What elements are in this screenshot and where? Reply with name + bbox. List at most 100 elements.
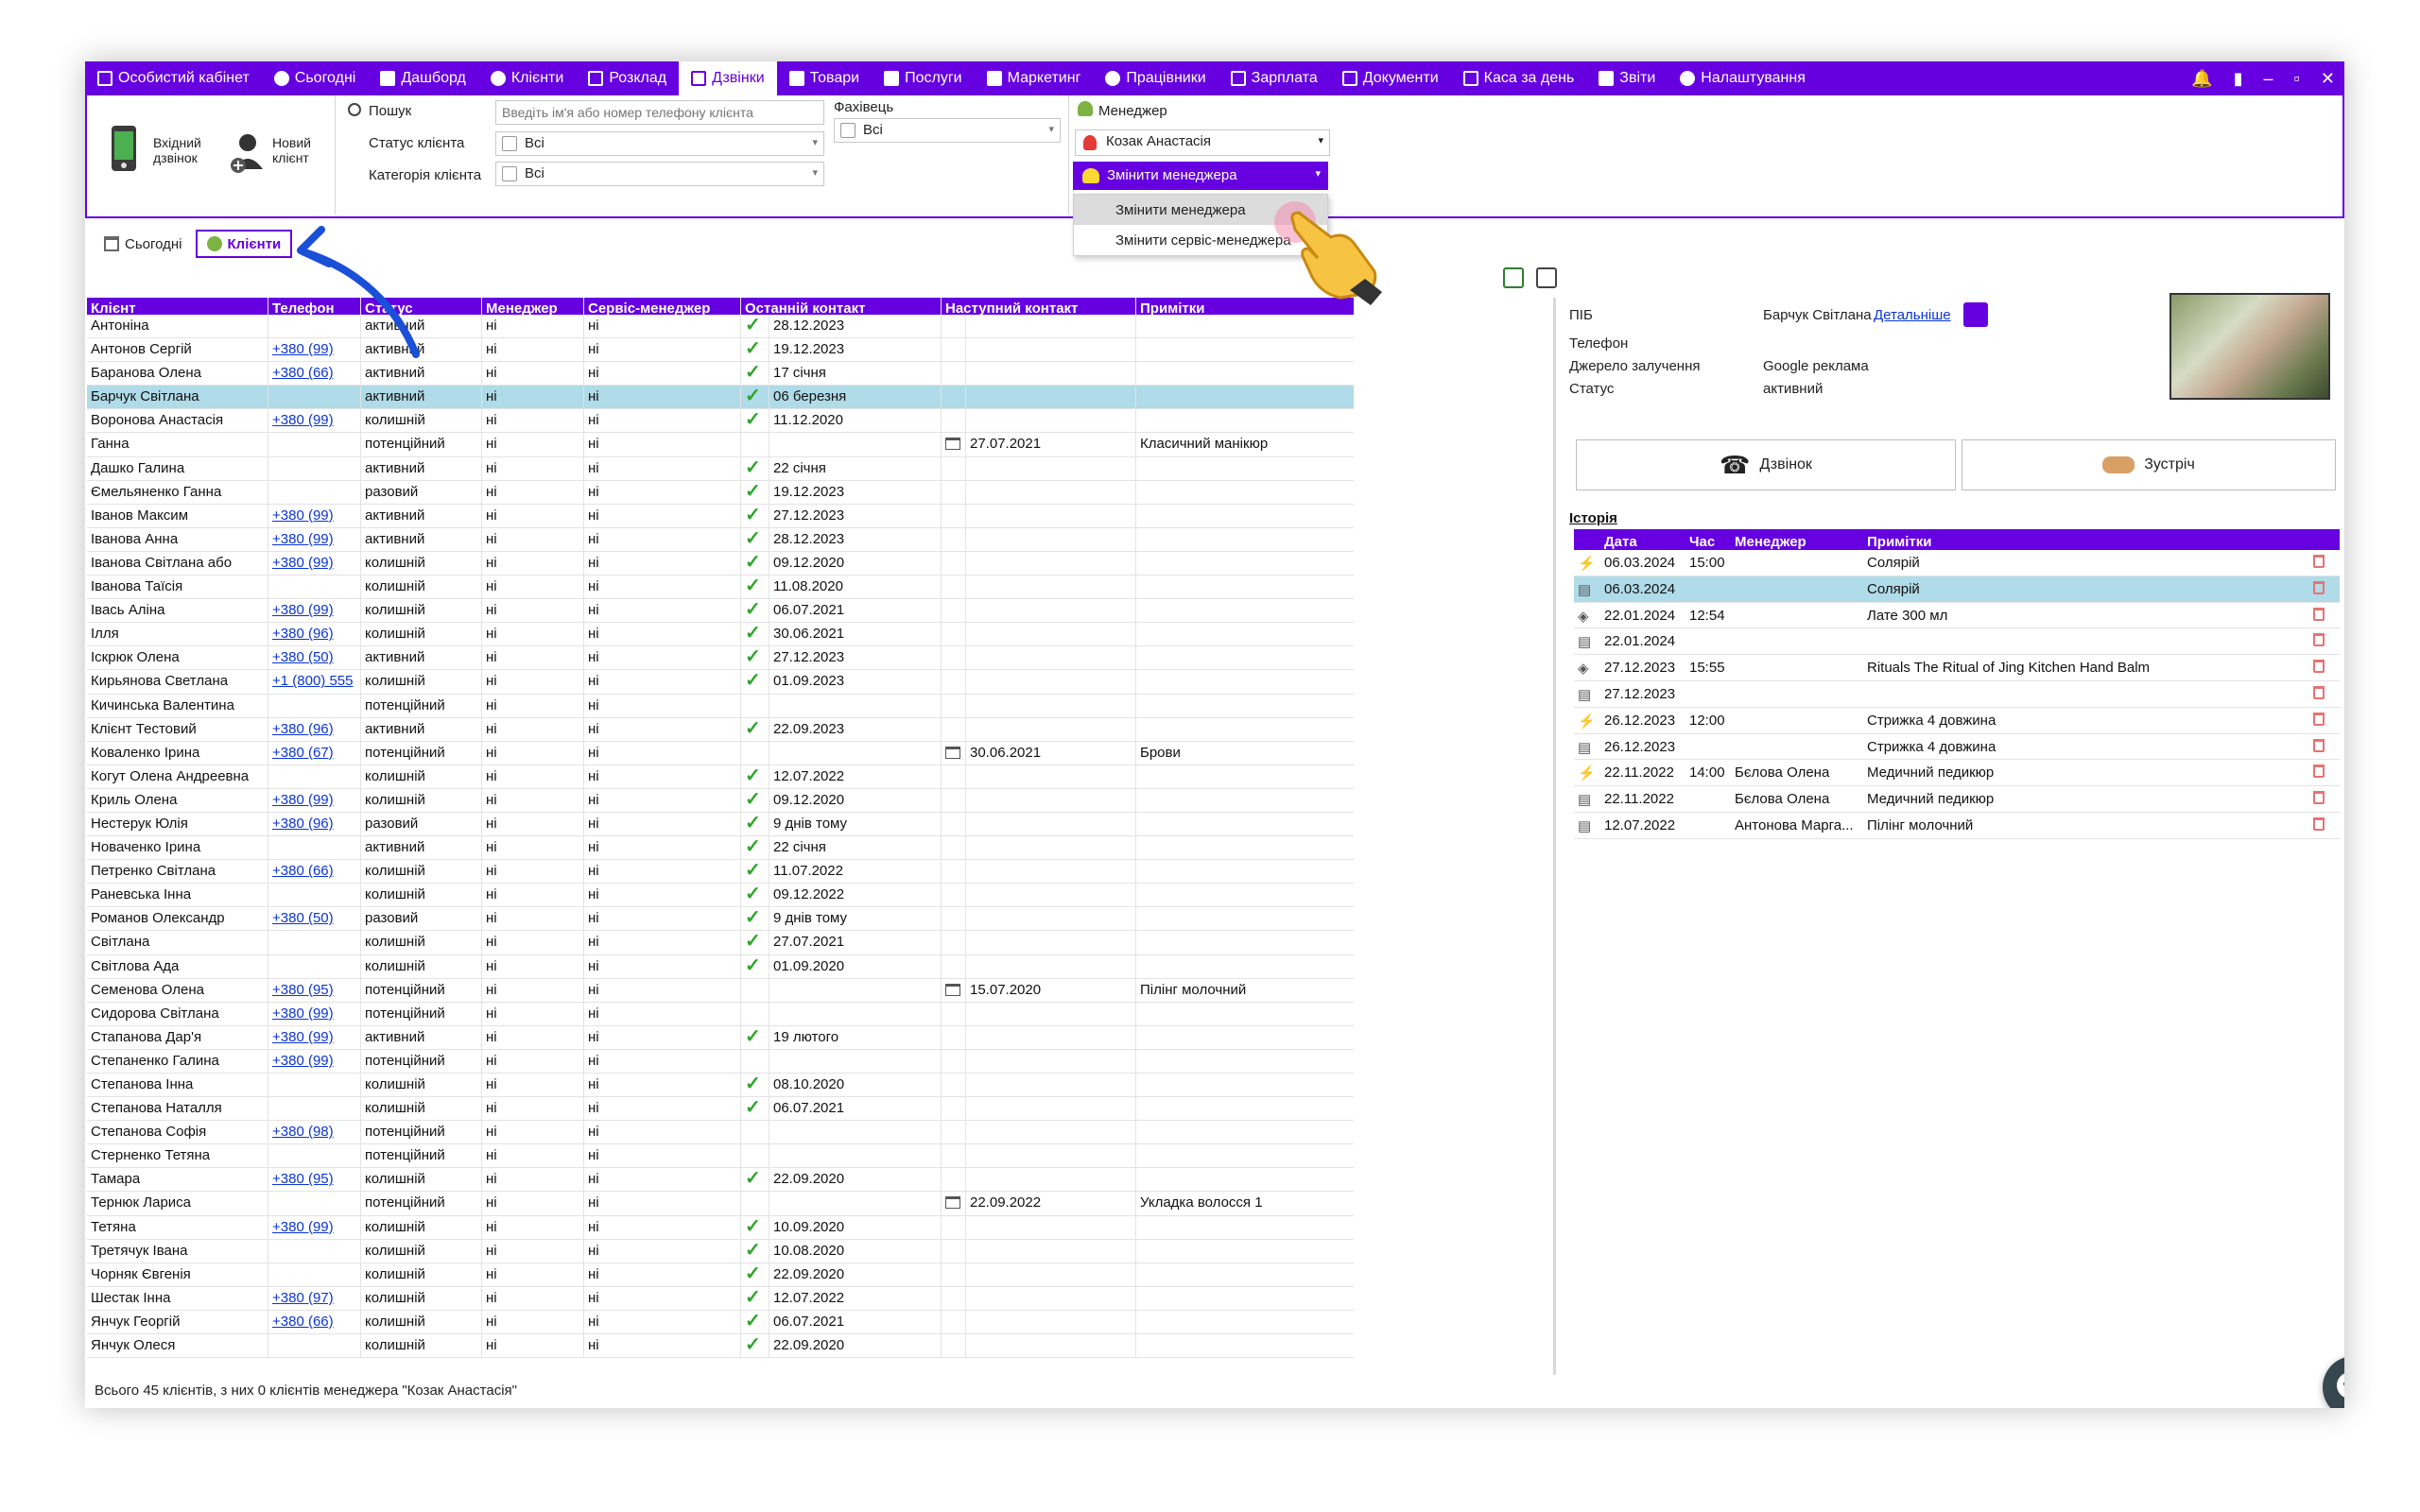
history-row[interactable]: ▤ 26.12.2023 Стрижка 4 довжина xyxy=(1574,734,2340,761)
table-row[interactable]: Янчук Олеся колишній ні ні ✓ 22.09.2020 xyxy=(87,1334,1354,1359)
column-header-history-notes[interactable]: Примітки xyxy=(1863,529,2298,550)
nav-item-salary[interactable]: Зарплата xyxy=(1219,61,1330,95)
table-row[interactable]: Іскрюк Олена +380 (50) активний ні ні ✓ 27.12.… xyxy=(87,646,1354,671)
table-row[interactable]: Степанова Інна колишній ні ні ✓ 08.10.2020 xyxy=(87,1074,1354,1098)
table-row[interactable]: Романов Олександр +380 (50) разовий ні ні ✓ 9 … xyxy=(87,907,1354,932)
phone-link[interactable]: +380 (67) xyxy=(272,745,334,761)
column-header-next-contact[interactable]: Наступний контакт xyxy=(942,298,1136,315)
table-row[interactable]: Ілля +380 (96) колишній ні ні ✓ 30.06.2021 xyxy=(87,623,1354,647)
table-row[interactable]: Третячук Івана колишній ні ні ✓ 10.08.2020 xyxy=(87,1239,1354,1263)
table-row[interactable]: Антонов Сергій +380 (99) активний ні ні ✓ 19.1… xyxy=(87,338,1354,363)
table-row[interactable]: Тетяна +380 (99) колишній ні ні ✓ 10.09.2020 xyxy=(87,1215,1354,1240)
history-row[interactable]: ⚡ 26.12.2023 12:00 Стрижка 4 довжина xyxy=(1574,708,2340,734)
close-icon[interactable]: ✕ xyxy=(2321,69,2335,89)
table-row[interactable]: Стерненко Тетяна потенційний ні ні xyxy=(87,1144,1354,1169)
bell-icon[interactable]: 🔔 xyxy=(2191,69,2212,89)
phone-link[interactable]: +380 (99) xyxy=(272,602,334,618)
table-row[interactable]: Кичинська Валентина потенційний ні ні xyxy=(87,694,1354,718)
print-icon[interactable] xyxy=(1536,267,1557,288)
phone-link[interactable]: +380 (99) xyxy=(272,792,334,808)
phone-link[interactable]: +380 (99) xyxy=(272,1219,334,1235)
table-row[interactable]: Іванова Анна +380 (99) активний ні ні ✓ 28.12.… xyxy=(87,527,1354,552)
phone-link[interactable]: +380 (99) xyxy=(272,1029,334,1045)
table-row[interactable]: Коваленко Ірина +380 (67) потенційний ні ні 3… xyxy=(87,741,1354,765)
phone-link[interactable]: +380 (99) xyxy=(272,555,334,571)
tab-today[interactable]: Сьогодні xyxy=(95,230,192,258)
phone-link[interactable]: +380 (50) xyxy=(272,910,334,926)
column-header-service-manager[interactable]: Сервіс-менеджер xyxy=(584,298,741,315)
phone-link[interactable]: +380 (66) xyxy=(272,863,334,879)
table-row[interactable]: Клієнт Тестовий +380 (96) активний ні ні ✓ 22.… xyxy=(87,717,1354,742)
edit-icon[interactable] xyxy=(1963,302,1988,327)
delete-button[interactable] xyxy=(2298,734,2340,760)
delete-button[interactable] xyxy=(2298,786,2340,812)
new-client-button[interactable]: Новий клієнт xyxy=(229,122,323,188)
history-row[interactable]: ▤ 22.11.2022 Бєлова Олена Медичний педикюр xyxy=(1574,786,2340,813)
history-row[interactable]: ▤ 12.07.2022 Антонова Марга... Пілінг молоч… xyxy=(1574,813,2340,839)
delete-button[interactable] xyxy=(2298,655,2340,680)
nav-item-products[interactable]: Товари xyxy=(777,61,872,95)
table-row[interactable]: Сидорова Світлана +380 (99) потенційний ні н… xyxy=(87,1002,1354,1026)
nav-item-cabinet[interactable]: Особистий кабінет xyxy=(85,61,262,95)
table-row[interactable]: Іванова Світлана або +380 (99) колишній ні н… xyxy=(87,551,1354,576)
client-category-select[interactable]: Всі ▾ xyxy=(495,162,824,186)
phone-link[interactable]: +1 (800) 555 xyxy=(272,673,353,689)
table-row[interactable]: Когут Олена Андреевна колишній ні ні ✓ 12.07.… xyxy=(87,765,1354,789)
history-row[interactable]: ◈ 22.01.2024 12:54 Лате 300 мл xyxy=(1574,603,2340,629)
table-row[interactable]: Криль Олена +380 (99) колишній ні ні ✓ 09.12.2… xyxy=(87,788,1354,813)
manager-select[interactable]: Козак Анастасія ▾ xyxy=(1075,129,1330,156)
history-row[interactable]: ⚡ 06.03.2024 15:00 Солярій xyxy=(1574,550,2340,576)
table-row[interactable]: Янчук Георгій +380 (66) колишній ні ні ✓ 06.07… xyxy=(87,1310,1354,1335)
nav-item-settings[interactable]: Налаштування xyxy=(1668,61,1818,95)
incoming-call-button[interactable]: Вхідний дзвінок xyxy=(98,122,221,188)
table-row[interactable]: Шестак Інна +380 (97) колишній ні ні ✓ 12.07.2… xyxy=(87,1286,1354,1311)
history-row[interactable]: ◈ 27.12.2023 15:55 Rituals The Ritual of Ji… xyxy=(1574,655,2340,681)
table-row[interactable]: Семенова Олена +380 (95) потенційний ні ні 15… xyxy=(87,978,1354,1003)
nav-item-clients[interactable]: Клієнти xyxy=(478,61,576,95)
table-row[interactable]: Раневська Інна колишній ні ні ✓ 09.12.2022 xyxy=(87,884,1354,908)
delete-button[interactable] xyxy=(2298,576,2340,602)
table-row[interactable]: Кирьянова Светлана +1 (800) 555 колишній ні… xyxy=(87,670,1354,695)
phone-link[interactable]: +380 (95) xyxy=(272,1171,334,1187)
phone-link[interactable]: +380 (99) xyxy=(272,531,334,547)
phone-link[interactable]: +380 (99) xyxy=(272,1005,334,1022)
column-header-client[interactable]: Клієнт xyxy=(87,298,268,315)
table-row[interactable]: Тамара +380 (95) колишній ні ні ✓ 22.09.2020 xyxy=(87,1168,1354,1193)
phone-link[interactable]: +380 (66) xyxy=(272,365,334,381)
nav-item-employees[interactable]: Працівники xyxy=(1093,61,1218,95)
chat-button[interactable] xyxy=(2323,1356,2344,1408)
client-status-select[interactable]: Всі ▾ xyxy=(495,131,824,156)
phone-link[interactable]: +380 (66) xyxy=(272,1314,334,1330)
phone-link[interactable]: +380 (99) xyxy=(272,1053,334,1069)
maximize-icon[interactable]: ▫ xyxy=(2294,69,2300,89)
excel-export-icon[interactable] xyxy=(1503,267,1524,288)
meeting-button[interactable]: Зустріч xyxy=(1962,439,2336,490)
table-row[interactable]: Чорняк Євгенія колишній ні ні ✓ 22.09.2020 xyxy=(87,1263,1354,1287)
delete-button[interactable] xyxy=(2298,708,2340,733)
table-row[interactable]: Стапанова Дар'я +380 (99) активний ні ні ✓ 19 … xyxy=(87,1025,1354,1050)
delete-button[interactable] xyxy=(2298,603,2340,628)
search-input[interactable] xyxy=(495,100,824,125)
history-row[interactable]: ⚡ 22.11.2022 14:00 Бєлова Олена Медичний пед… xyxy=(1574,760,2340,787)
table-row[interactable]: Іванов Максим +380 (99) активний ні ні ✓ 27.12… xyxy=(87,504,1354,528)
call-button[interactable]: ☎ Дзвінок xyxy=(1576,439,1956,490)
change-manager-button[interactable]: Змінити менеджера ▾ xyxy=(1073,162,1328,190)
table-row[interactable]: Новаченко Ірина активний ні ні ✓ 22 січня xyxy=(87,836,1354,861)
column-header-time[interactable]: Час xyxy=(1685,529,1731,550)
nav-item-calls[interactable]: Дзвінки xyxy=(679,61,777,95)
history-row[interactable]: ▤ 27.12.2023 xyxy=(1574,681,2340,708)
table-row[interactable]: Дашко Галина активний ні ні ✓ 22 січня xyxy=(87,456,1354,481)
minimize-icon[interactable]: – xyxy=(2264,69,2273,89)
lock-icon[interactable]: ▮ xyxy=(2234,69,2243,89)
phone-link[interactable]: +380 (98) xyxy=(272,1124,334,1140)
nav-item-documents[interactable]: Документи xyxy=(1330,61,1451,95)
phone-link[interactable]: +380 (50) xyxy=(272,649,334,665)
nav-item-marketing[interactable]: Маркетинг xyxy=(975,61,1094,95)
phone-link[interactable]: +380 (99) xyxy=(272,507,334,524)
tab-clients[interactable]: Клієнти xyxy=(195,230,293,258)
nav-item-cash[interactable]: Каса за день xyxy=(1451,61,1587,95)
phone-link[interactable]: +380 (97) xyxy=(272,1290,334,1306)
table-row[interactable]: Степаненко Галина +380 (99) потенційний ні н… xyxy=(87,1049,1354,1074)
delete-button[interactable] xyxy=(2298,681,2340,707)
table-row[interactable]: Степанова Наталля колишній ні ні ✓ 06.07.2021 xyxy=(87,1097,1354,1122)
